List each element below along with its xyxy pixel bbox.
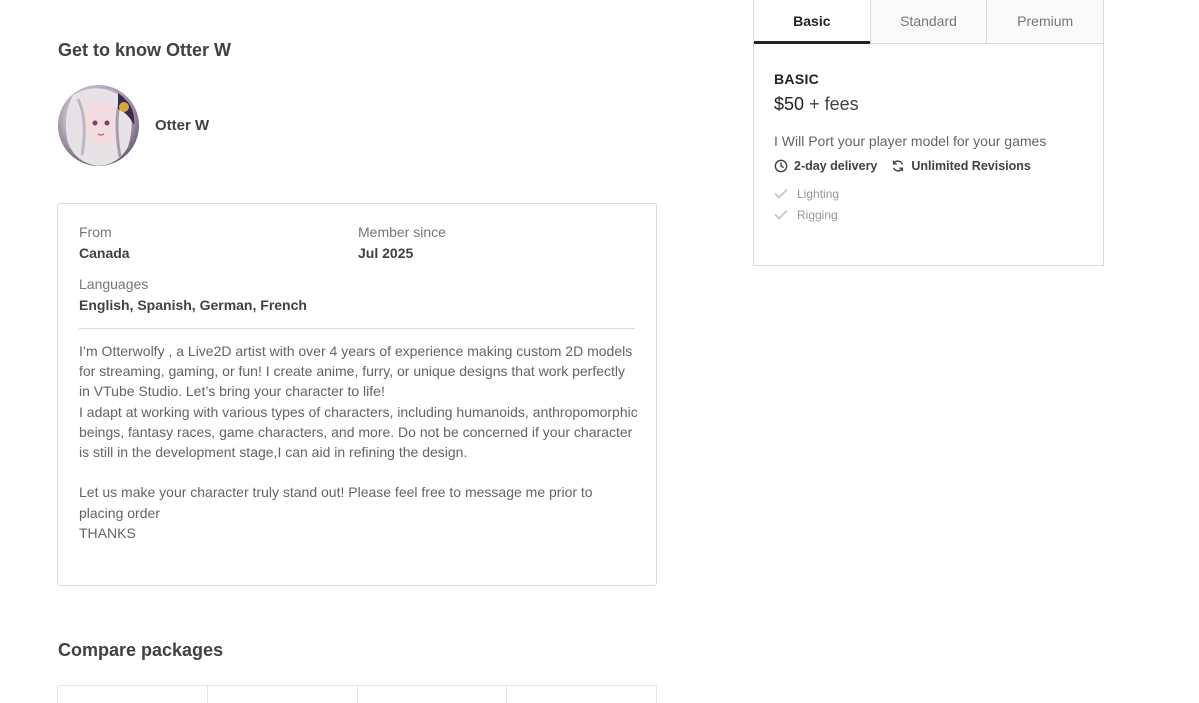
compare-packages-title: Compare packages — [58, 640, 224, 660]
list-item: Rigging — [774, 204, 1083, 225]
tab-basic[interactable]: Basic — [754, 0, 871, 44]
tab-standard[interactable]: Standard — [870, 0, 988, 43]
package-meta: 2-day delivery Unlimited Revisions — [774, 159, 1083, 173]
about-seller-title: Get to know Otter W — [58, 40, 231, 60]
gig-page: Get to know Otter W Otter W From Canada … — [0, 0, 1199, 703]
stat-member-since: Member since Jul 2025 — [358, 224, 446, 261]
from-value: Canada — [79, 245, 130, 261]
stat-from: From Canada — [79, 224, 130, 261]
from-label: From — [79, 224, 112, 240]
seller-name[interactable]: Otter W — [155, 117, 209, 134]
check-icon — [774, 209, 788, 220]
member-since-value: Jul 2025 — [358, 245, 414, 261]
divider — [79, 328, 635, 329]
table-cell — [358, 686, 508, 703]
seller-bio: I’m Otterwolfy , a Live2D artist with ov… — [79, 343, 638, 541]
tab-premium[interactable]: Premium — [987, 0, 1104, 43]
package-details: BASIC $50 + fees I Will Port your player… — [754, 44, 1103, 225]
seller-profile: Otter W — [58, 85, 209, 166]
price-amount: $50 — [774, 94, 805, 114]
languages-label: Languages — [79, 276, 149, 292]
table-cell — [507, 686, 657, 703]
table-cell — [58, 686, 208, 703]
package-panel: Basic Standard Premium BASIC $50 + fees … — [753, 0, 1104, 266]
feature-label: Rigging — [797, 207, 838, 222]
table-cell — [208, 686, 358, 703]
package-description: I Will Port your player model for your g… — [774, 133, 1047, 149]
seller-info-card: From Canada Member since Jul 2025 Langua… — [57, 203, 657, 586]
delivery-info: 2-day delivery — [774, 159, 877, 173]
stat-languages: Languages English, Spanish, German, Fren… — [79, 276, 307, 313]
package-name: BASIC — [774, 71, 820, 87]
revisions-text: Unlimited Revisions — [911, 159, 1031, 173]
package-price: $50 + fees — [774, 94, 1083, 115]
delivery-text: 2-day delivery — [794, 159, 878, 173]
clock-icon — [774, 159, 788, 173]
avatar[interactable] — [58, 85, 139, 166]
package-tabs: Basic Standard Premium — [754, 0, 1104, 44]
compare-packages-table — [57, 685, 657, 703]
feature-label: Lighting — [797, 186, 840, 201]
refresh-icon — [893, 160, 904, 172]
list-item: Lighting — [774, 183, 1083, 204]
price-fees: + fees — [809, 94, 859, 114]
languages-value: English, Spanish, German, French — [79, 297, 307, 313]
member-since-label: Member since — [358, 224, 446, 240]
check-icon — [774, 188, 788, 199]
revisions-info: Unlimited Revisions — [891, 159, 1031, 173]
package-features: Lighting Rigging — [774, 183, 1083, 225]
